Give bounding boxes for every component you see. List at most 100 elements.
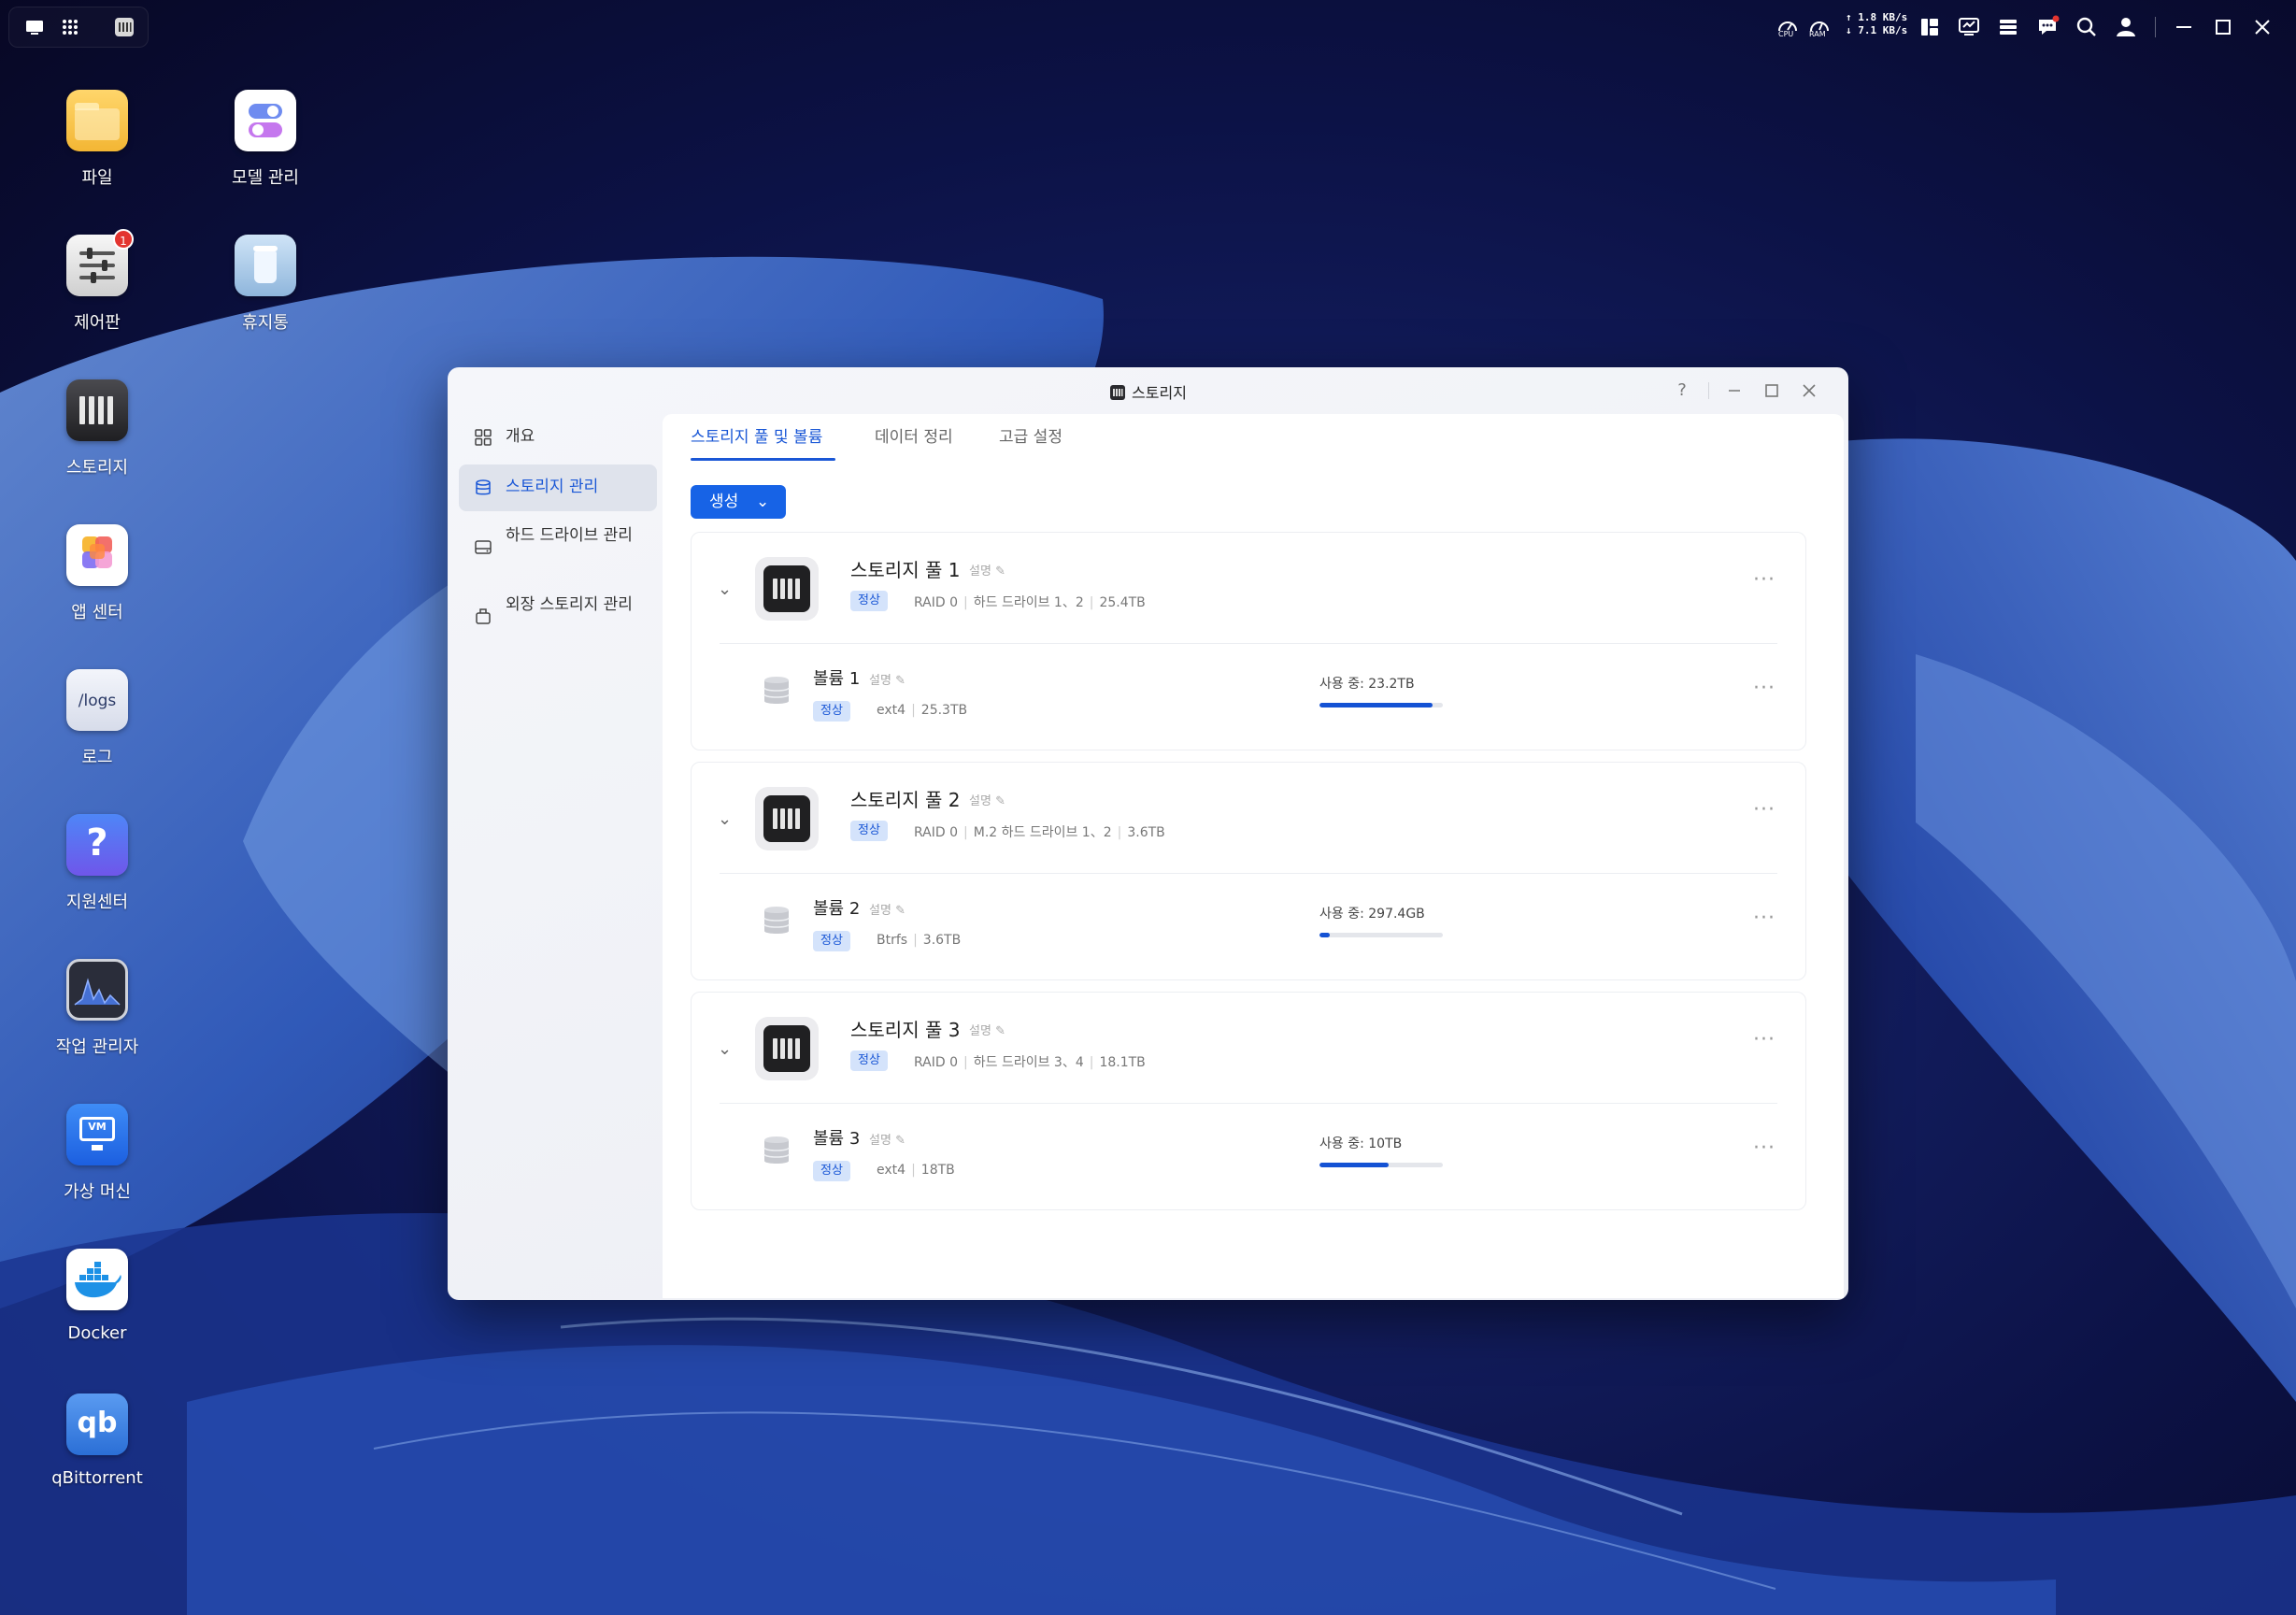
search-icon[interactable] — [2075, 15, 2099, 39]
desktop-icon-qbittorrent[interactable]: qb qBittorrent — [36, 1393, 158, 1488]
collapse-chevron-icon[interactable]: ⌄ — [718, 809, 732, 829]
help-button[interactable]: ? — [1672, 380, 1692, 401]
desktop-icon-logs[interactable]: /logs 로그 — [36, 669, 158, 768]
pool-more-icon[interactable]: ··· — [1753, 568, 1775, 592]
close-desktop-icon[interactable] — [2250, 15, 2275, 39]
collapse-chevron-icon[interactable]: ⌄ — [718, 579, 732, 599]
pool-more-icon[interactable]: ··· — [1753, 1028, 1775, 1051]
sidebar-item-external-storage-management[interactable]: 외장 스토리지 관리 — [459, 584, 657, 650]
pool-more-icon[interactable]: ··· — [1753, 798, 1775, 822]
desktop-icon-docker[interactable]: Docker — [36, 1249, 158, 1343]
desktop-icon-virtual-machine[interactable]: VM 가상 머신 — [36, 1104, 158, 1203]
window-title: 스토리지 — [448, 380, 1848, 403]
storage-icon — [66, 379, 128, 441]
pool-description[interactable]: 설명 ✎ — [969, 1021, 1005, 1038]
volume-more-icon[interactable]: ··· — [1753, 1136, 1775, 1160]
external-drive-icon — [476, 608, 491, 624]
logs-icon-text: /logs — [78, 692, 117, 710]
desktop-icon-control-panel[interactable]: 1 제어판 — [36, 229, 158, 334]
edit-pencil-icon[interactable]: ✎ — [895, 1134, 906, 1148]
pool-description[interactable]: 설명 ✎ — [969, 791, 1005, 808]
app-launcher-icon[interactable] — [58, 15, 82, 39]
desktop-icon-trash[interactable]: 휴지통 — [205, 235, 326, 334]
close-icon[interactable] — [1799, 380, 1819, 401]
sidebar-item-label: 개요 — [506, 427, 535, 446]
network-upload: ↑ 1.8 KB/s — [1846, 11, 1908, 23]
collapse-chevron-icon[interactable]: ⌄ — [718, 1039, 732, 1059]
window-titlebar[interactable]: 스토리지 ? — [448, 367, 1848, 412]
sidebar-item-overview[interactable]: 개요 — [459, 414, 657, 461]
desktop-icon-support[interactable]: ? 지원센터 — [36, 814, 158, 913]
tab-data-cleanup[interactable]: 데이터 정리 — [875, 423, 953, 447]
maximize-window-icon[interactable] — [1761, 380, 1782, 401]
vm-icon: VM — [66, 1104, 128, 1165]
desktop-icon-model-manager[interactable]: 모델 관리 — [205, 90, 326, 189]
create-button-label: 생성 — [709, 493, 739, 511]
description-label: 설명 — [969, 565, 991, 579]
volume-status-badge: 정상 — [813, 701, 850, 722]
pool-meta: RAID 0 | M.2 하드 드라이브 1、2 | 3.6TB — [914, 825, 1165, 840]
logs-icon: /logs — [66, 669, 128, 731]
show-desktop-icon[interactable] — [22, 15, 47, 39]
task-list-icon[interactable] — [1996, 15, 2020, 39]
top-bar: CPU RAM ↑ 1.8 KB/s ↓ 7.1 KB/s — [0, 0, 2296, 52]
volume-usage-bar — [1319, 1163, 1443, 1167]
pool-size: 3.6TB — [1127, 825, 1165, 840]
desktop-icon-files[interactable]: 파일 — [36, 90, 158, 189]
desktop-icon-app-center[interactable]: 앱 센터 — [36, 524, 158, 623]
volume-meta: ext4 | 25.3TB — [877, 703, 968, 718]
user-icon[interactable] — [2114, 15, 2138, 39]
pool-drives: 하드 드라이브 3、4 — [973, 1055, 1084, 1070]
maximize-icon[interactable] — [2211, 15, 2235, 39]
edit-pencil-icon[interactable]: ✎ — [995, 794, 1005, 808]
volume-description[interactable]: 설명 ✎ — [869, 1130, 906, 1148]
network-speed[interactable]: ↑ 1.8 KB/s ↓ 7.1 KB/s — [1846, 11, 1907, 37]
volume-usage-bar — [1319, 703, 1443, 707]
pool-drives: M.2 하드 드라이브 1、2 — [973, 825, 1112, 840]
storage-pool-icon — [755, 557, 819, 621]
volume-name: 볼륨 1 — [813, 669, 861, 689]
pool-divider — [720, 643, 1777, 644]
minimize-all-icon[interactable] — [2172, 15, 2196, 39]
volume-usage-fill — [1319, 933, 1330, 937]
tab-advanced-settings[interactable]: 고급 설정 — [999, 423, 1062, 447]
taskbar-left — [8, 7, 149, 48]
qbittorrent-icon: qb — [66, 1393, 128, 1455]
desktop-icon-label: 제어판 — [74, 313, 121, 333]
storage-taskbar-icon[interactable] — [112, 15, 136, 39]
desktop-icon-label: 가상 머신 — [64, 1182, 131, 1202]
minimize-icon[interactable] — [1724, 380, 1745, 401]
edit-pencil-icon[interactable]: ✎ — [895, 674, 906, 688]
volume-description[interactable]: 설명 ✎ — [869, 670, 906, 688]
sidebar-item-storage-management[interactable]: 스토리지 관리 — [459, 464, 657, 511]
description-label: 설명 — [969, 1024, 991, 1038]
desktop-icon-storage[interactable]: 스토리지 — [36, 379, 158, 479]
sidebar-item-label: 스토리지 관리 — [506, 478, 599, 496]
tab-pools-and-volumes[interactable]: 스토리지 풀 및 볼륨 — [691, 423, 822, 447]
resource-monitor-icon[interactable] — [1957, 15, 1981, 39]
pool-description[interactable]: 설명 ✎ — [969, 561, 1005, 579]
storage-pool-card: ⌄ 스토리지 풀 1 설명 ✎ 정상 RAID 0 | 하드 드라이브 1、2 | 25… — [691, 532, 1806, 750]
volume-more-icon[interactable]: ··· — [1753, 677, 1775, 700]
notifications-icon[interactable] — [2035, 15, 2060, 39]
desktop-icon-label: 휴지통 — [242, 313, 289, 333]
volume-description[interactable]: 설명 ✎ — [869, 900, 906, 918]
storage-pool-card: ⌄ 스토리지 풀 2 설명 ✎ 정상 RAID 0 | M.2 하드 드라이브 1、… — [691, 762, 1806, 980]
folder-icon — [66, 90, 128, 151]
desktop-icon-task-manager[interactable]: 작업 관리자 — [36, 959, 158, 1058]
edit-pencil-icon[interactable]: ✎ — [995, 1024, 1005, 1038]
pool-divider — [720, 873, 1777, 874]
edit-pencil-icon[interactable]: ✎ — [995, 565, 1005, 579]
widgets-icon[interactable] — [1918, 15, 1942, 39]
volume-meta: ext4 | 18TB — [877, 1163, 955, 1178]
storage-pool-icon — [755, 1017, 819, 1080]
sidebar-item-label: 외장 스토리지 관리 — [506, 595, 633, 614]
volume-usage-text: 사용 중: 23.2TB — [1319, 677, 1415, 692]
volume-more-icon[interactable]: ··· — [1753, 907, 1775, 930]
edit-pencil-icon[interactable]: ✎ — [895, 904, 906, 918]
status-badge: 정상 — [850, 821, 888, 841]
active-tab-underline — [691, 458, 835, 461]
pool-name: 스토리지 풀 3 — [850, 1019, 961, 1041]
sidebar-item-hard-drive-management[interactable]: 하드 드라이브 관리 — [459, 515, 657, 580]
create-button[interactable]: 생성 ⌄ — [691, 485, 786, 519]
